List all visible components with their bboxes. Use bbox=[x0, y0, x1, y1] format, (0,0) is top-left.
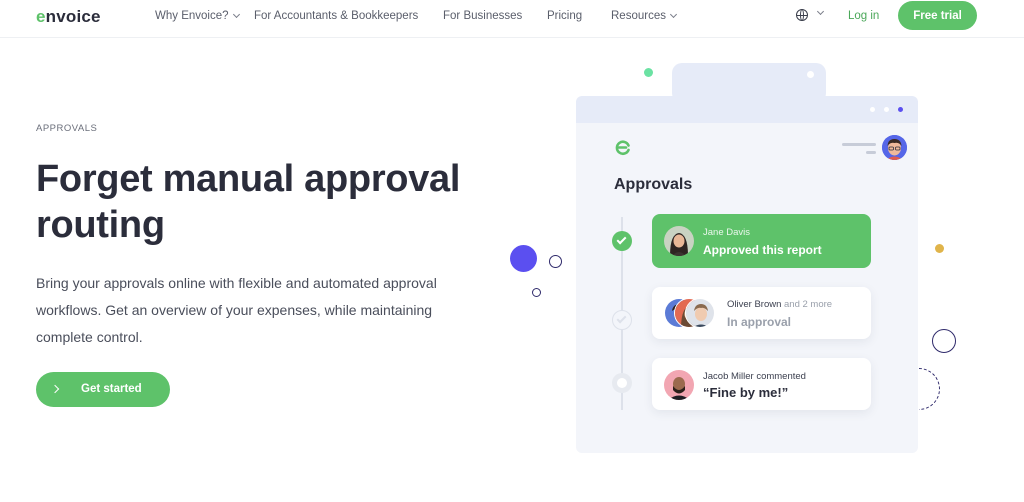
login-link[interactable]: Log in bbox=[848, 10, 879, 22]
free-trial-label: Free trial bbox=[913, 9, 962, 22]
avatar-jane-davis bbox=[664, 226, 694, 256]
entry-author: Jacob Miller commented bbox=[703, 371, 806, 382]
hero-description: Bring your approvals online with flexibl… bbox=[36, 275, 437, 345]
chevron-down-icon bbox=[232, 10, 240, 19]
nav-pricing-label: Pricing bbox=[547, 10, 583, 22]
entry-author: Oliver Brown and 2 more bbox=[727, 299, 832, 310]
decorative-ring-small bbox=[549, 255, 562, 268]
approval-entry-comment: Jacob Miller commented “Fine by me!” bbox=[652, 358, 871, 410]
entry-status-text: Approved this report bbox=[703, 243, 822, 257]
nav-resources[interactable]: Resources bbox=[611, 10, 678, 22]
user-avatar bbox=[882, 135, 907, 160]
check-icon bbox=[616, 234, 627, 245]
approval-entry-pending: Oliver Brown and 2 more In approval bbox=[652, 287, 871, 339]
section-eyebrow: APPROVALS bbox=[36, 123, 98, 134]
hero-headline: Forget manual approval routing bbox=[36, 158, 461, 246]
approvals-card-title: Approvals bbox=[614, 176, 693, 193]
check-icon bbox=[616, 313, 627, 324]
window-dot-active bbox=[898, 107, 903, 112]
timeline-comment-icon bbox=[612, 373, 632, 393]
avatar-oliver-brown bbox=[685, 298, 715, 328]
entry-author-suffix: and 2 more bbox=[784, 299, 833, 310]
window-dot bbox=[884, 107, 889, 112]
nav-resources-label: Resources bbox=[611, 10, 666, 22]
globe-icon[interactable] bbox=[796, 9, 808, 21]
entry-status-text: In approval bbox=[727, 315, 792, 329]
nav-why-envoice-label: Why Envoice? bbox=[155, 10, 229, 22]
envoice-mark-icon bbox=[615, 140, 630, 156]
chevron-down-icon[interactable] bbox=[816, 7, 825, 16]
envoice-logo[interactable]: envoice bbox=[36, 7, 101, 27]
nav-pricing[interactable]: Pricing bbox=[547, 10, 582, 22]
decorative-ring-medium bbox=[932, 329, 956, 353]
get-started-button[interactable]: Get started bbox=[36, 372, 170, 407]
chevron-down-icon bbox=[669, 10, 678, 19]
decorative-dot-mint bbox=[644, 68, 653, 77]
entry-author-name: Oliver Brown bbox=[727, 299, 782, 310]
approval-entry-approved: Jane Davis Approved this report bbox=[652, 214, 871, 268]
decorative-ring-tiny bbox=[532, 288, 541, 297]
decorative-dot-purple bbox=[510, 245, 537, 272]
illustration-window-bar bbox=[576, 96, 918, 123]
timeline-pending-icon bbox=[612, 310, 632, 330]
decorative-dot-yellow bbox=[935, 244, 944, 253]
top-navigation: envoice Why Envoice? For Accountants & B… bbox=[0, 0, 1024, 38]
avatar-jacob-miller bbox=[664, 370, 694, 400]
nav-for-businesses-label: For Businesses bbox=[443, 10, 523, 22]
entry-comment-text: “Fine by me!” bbox=[703, 385, 789, 400]
window-dot bbox=[870, 107, 875, 112]
nav-for-accountants[interactable]: For Accountants & Bookkeepers bbox=[254, 10, 418, 22]
free-trial-button[interactable]: Free trial bbox=[898, 1, 977, 30]
get-started-label: Get started bbox=[81, 383, 142, 395]
chevron-right-icon bbox=[50, 384, 60, 394]
nav-for-businesses[interactable]: For Businesses bbox=[443, 10, 522, 22]
entry-author: Jane Davis bbox=[703, 227, 750, 238]
timeline-approved-icon bbox=[612, 231, 632, 251]
nav-for-accountants-label: For Accountants & Bookkeepers bbox=[254, 10, 419, 22]
nav-why-envoice[interactable]: Why Envoice? bbox=[155, 10, 240, 22]
